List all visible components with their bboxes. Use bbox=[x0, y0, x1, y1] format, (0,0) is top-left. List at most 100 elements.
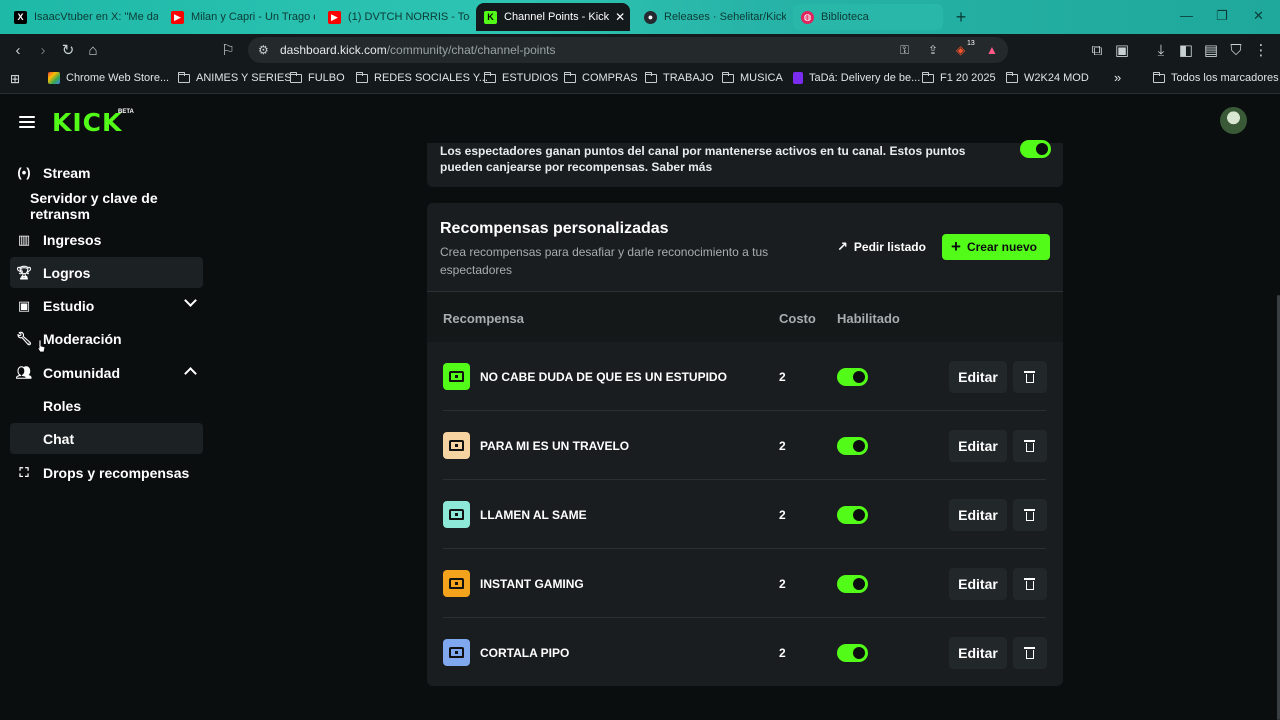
brave-shield-icon[interactable]: ◈ bbox=[956, 43, 965, 57]
reward-enabled-toggle[interactable] bbox=[837, 644, 868, 662]
table-row: NO CABE DUDA DE QUE ES UN ESTUPIDO 2 Edi… bbox=[443, 342, 1047, 411]
menu-icon[interactable]: ⋮ bbox=[1252, 41, 1270, 59]
forward-icon[interactable]: › bbox=[34, 41, 52, 59]
close-window-icon[interactable]: ✕ bbox=[1253, 8, 1264, 24]
column-header-reward: Recompensa bbox=[443, 311, 524, 326]
sidebar-item-label: Stream bbox=[43, 164, 91, 181]
bookmark-fulbo[interactable]: FULBO bbox=[290, 71, 345, 84]
sidebar-item-ingresos[interactable]: ▥ Ingresos bbox=[10, 224, 203, 255]
bookmark-label: Todos los marcadores bbox=[1171, 72, 1279, 84]
edit-reward-button[interactable]: Editar bbox=[949, 568, 1007, 600]
youtube-icon: ▶ bbox=[328, 10, 341, 24]
trash-icon bbox=[1024, 371, 1035, 383]
bookmark-w2k24[interactable]: W2K24 MOD bbox=[1006, 71, 1089, 84]
table-row: LLAMEN AL SAME 2 Editar bbox=[443, 480, 1047, 549]
create-reward-button[interactable]: + Crear nuevo bbox=[942, 234, 1050, 260]
sidebar-item-comunidad[interactable]: 👥︎ Comunidad bbox=[10, 357, 203, 388]
bookmark-musica[interactable]: MUSICA bbox=[722, 71, 783, 84]
password-key-icon[interactable]: ⚿ bbox=[900, 43, 909, 58]
folder-icon bbox=[922, 71, 934, 83]
wrench-icon: 🔧︎ bbox=[15, 330, 33, 346]
tab-title: Channel Points - Kick bbox=[504, 11, 610, 23]
sidebar-item-chat[interactable]: Chat bbox=[10, 423, 203, 454]
screenshot-icon[interactable]: ▣ bbox=[1113, 41, 1131, 59]
reward-cost: 2 bbox=[779, 508, 786, 522]
folder-icon bbox=[722, 71, 734, 83]
tab-milan-y-capri[interactable]: ▶ Milan y Capri - Un Trago c bbox=[163, 4, 315, 30]
kick-logo[interactable]: KICK bbox=[52, 108, 122, 137]
sidebar-toggle-icon[interactable]: ◧ bbox=[1177, 41, 1195, 59]
chevron-down-icon[interactable] bbox=[184, 294, 197, 307]
home-icon[interactable]: ⌂ bbox=[84, 41, 102, 59]
rewards-triangle-icon[interactable]: ▲ bbox=[986, 43, 998, 57]
reward-enabled-toggle[interactable] bbox=[837, 437, 868, 455]
reload-icon[interactable]: ↻ bbox=[59, 41, 77, 59]
bookmark-icon[interactable]: ⚐ bbox=[219, 41, 237, 59]
new-tab-button[interactable]: + bbox=[950, 6, 972, 28]
bookmark-tada[interactable]: TaDá: Delivery de be... bbox=[793, 72, 920, 84]
apps-icon[interactable]: ⊞ bbox=[10, 72, 20, 86]
rewards-description: Crea recompensas para desafiar y darle r… bbox=[440, 245, 769, 277]
edit-reward-button[interactable]: Editar bbox=[949, 499, 1007, 531]
reward-enabled-toggle[interactable] bbox=[837, 506, 868, 524]
bookmark-animes[interactable]: ANIMES Y SERIES bbox=[178, 71, 292, 84]
sidebar-item-drops[interactable]: ⛶ Drops y recompensas bbox=[10, 457, 203, 488]
user-avatar[interactable] bbox=[1220, 107, 1247, 134]
minimize-icon[interactable]: — bbox=[1180, 8, 1193, 23]
delete-reward-button[interactable] bbox=[1013, 637, 1047, 669]
sidebar-item-roles[interactable]: Roles bbox=[10, 390, 203, 421]
delete-reward-button[interactable] bbox=[1013, 361, 1047, 393]
trash-icon bbox=[1024, 578, 1035, 590]
tab-title: Releases · Sehelitar/Kick.b bbox=[664, 11, 786, 23]
back-icon[interactable]: ‹ bbox=[9, 41, 27, 59]
delete-reward-button[interactable] bbox=[1013, 568, 1047, 600]
reward-chest-icon bbox=[443, 501, 470, 528]
tab-biblioteca[interactable]: ◍ Biblioteca bbox=[793, 4, 943, 30]
bookmark-estudios[interactable]: ESTUDIOS bbox=[484, 71, 558, 84]
sidebar-item-logros[interactable]: 🏆︎ Logros bbox=[10, 257, 203, 288]
bookmarks-overflow-button[interactable]: » bbox=[1114, 70, 1121, 85]
bookmark-label: Chrome Web Store... bbox=[66, 72, 170, 84]
sidebar-item-stream[interactable]: (•) Stream bbox=[10, 157, 203, 188]
url-path: /community/chat/channel-points bbox=[386, 43, 556, 57]
reward-enabled-toggle[interactable] bbox=[837, 575, 868, 593]
site-info-icon[interactable]: ⚙ bbox=[258, 43, 269, 57]
sidebar-item-label: Drops y recompensas bbox=[43, 464, 190, 481]
tab-releases[interactable]: ● Releases · Sehelitar/Kick.b bbox=[636, 4, 786, 30]
vpn-icon[interactable]: ⛉ bbox=[1227, 41, 1245, 59]
request-list-button[interactable]: ↗ Pedir listado bbox=[827, 234, 934, 260]
drops-icon: ⛶ bbox=[19, 464, 29, 480]
address-bar[interactable]: ⚙ dashboard.kick.com/community/chat/chan… bbox=[248, 37, 1008, 63]
tab-dvtch-norris[interactable]: ▶ (1) DVTCH NORRIS - Toot bbox=[320, 4, 470, 30]
bookmark-chrome-web-store[interactable]: Chrome Web Store... bbox=[48, 72, 169, 84]
tab-title: (1) DVTCH NORRIS - Toot bbox=[348, 11, 470, 23]
bookmark-trabajo[interactable]: TRABAJO bbox=[645, 71, 714, 84]
reward-chest-icon bbox=[443, 639, 470, 666]
bookmark-label: W2K24 MOD bbox=[1024, 72, 1089, 84]
edit-reward-button[interactable]: Editar bbox=[949, 430, 1007, 462]
hamburger-menu-icon[interactable] bbox=[19, 116, 35, 128]
delete-reward-button[interactable] bbox=[1013, 430, 1047, 462]
tab-channel-points[interactable]: K Channel Points - Kick ✕ bbox=[476, 3, 630, 31]
all-bookmarks[interactable]: Todos los marcadores bbox=[1153, 71, 1279, 84]
bookmark-compras[interactable]: COMPRAS bbox=[564, 71, 638, 84]
chevron-up-icon[interactable] bbox=[184, 367, 197, 380]
share-icon[interactable]: ⇪ bbox=[928, 43, 938, 57]
sidebar-item-estudio[interactable]: ▣ Estudio bbox=[10, 290, 203, 321]
sidebar-item-servidor[interactable]: Servidor y clave de retransm bbox=[10, 190, 203, 222]
channel-points-toggle[interactable] bbox=[1020, 140, 1051, 158]
edit-reward-button[interactable]: Editar bbox=[949, 361, 1007, 393]
reward-enabled-toggle[interactable] bbox=[837, 368, 868, 386]
bookmarks-bar: ⊞ Chrome Web Store... ANIMES Y SERIES FU… bbox=[0, 66, 1280, 94]
download-icon[interactable]: ⤓ bbox=[1152, 41, 1170, 59]
tab-isaacvtuber[interactable]: X IsaacVtuber en X: "Me da bbox=[6, 4, 158, 30]
bookmark-redes[interactable]: REDES SOCIALES Y... bbox=[356, 71, 488, 84]
extensions-icon[interactable]: ⧉ bbox=[1088, 41, 1106, 59]
delete-reward-button[interactable] bbox=[1013, 499, 1047, 531]
tab-title: Biblioteca bbox=[821, 11, 869, 23]
wallet-icon[interactable]: ▤ bbox=[1202, 41, 1220, 59]
restore-icon[interactable]: ❐ bbox=[1216, 8, 1228, 24]
edit-reward-button[interactable]: Editar bbox=[949, 637, 1007, 669]
close-tab-icon[interactable]: ✕ bbox=[609, 10, 625, 24]
bookmark-f1[interactable]: F1 20 2025 bbox=[922, 71, 996, 84]
